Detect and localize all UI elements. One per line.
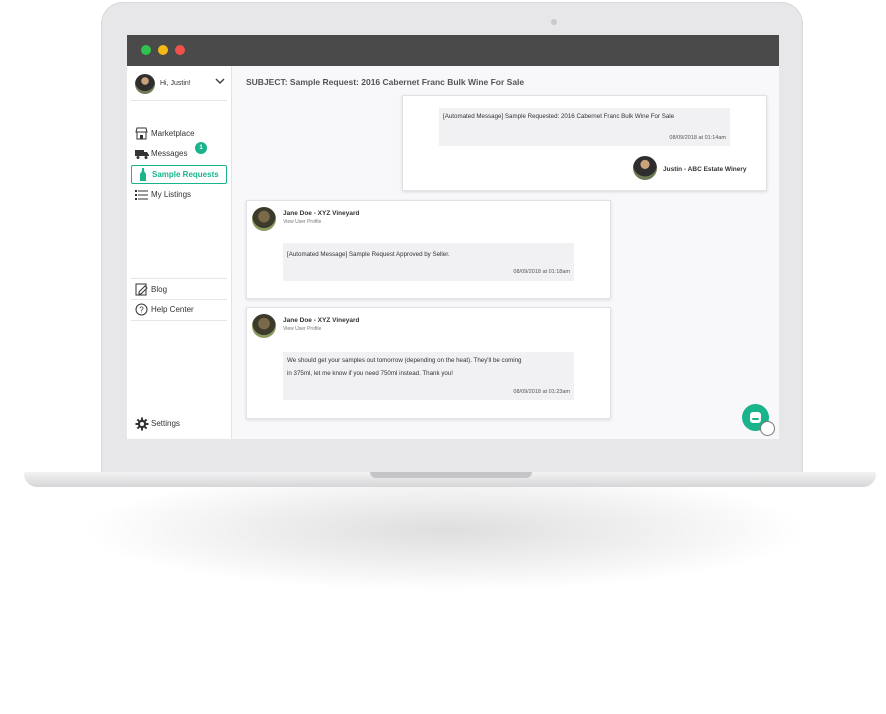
message-bubble: We should get your samples out tomorrow …: [283, 352, 574, 400]
message-thread: SUBJECT: Sample Request: 2016 Cabernet F…: [232, 66, 779, 439]
sidebar-item-label: Blog: [151, 285, 168, 294]
chevron-down-icon[interactable]: [215, 77, 225, 88]
thread-subject: SUBJECT: Sample Request: 2016 Cabernet F…: [246, 77, 525, 87]
sidebar-item-label: Help Center: [151, 305, 194, 314]
camera-dot: [551, 19, 557, 25]
chat-icon-line: [752, 418, 759, 420]
app-window: Hi, Justin! Marketplace Messages 1 Sampl…: [127, 35, 779, 439]
help-icon: ?: [135, 303, 148, 316]
truck-icon: [135, 147, 149, 160]
laptop-notch: [370, 472, 532, 478]
maximize-button[interactable]: [141, 45, 151, 55]
message-timestamp: 08/09/2018 at 01:18am: [513, 269, 570, 275]
sidebar-item-label: Settings: [151, 419, 180, 428]
divider: [131, 278, 227, 279]
avatar: [252, 314, 276, 338]
avatar: [135, 74, 155, 94]
message-card-incoming: Jane Doe - XYZ Vineyard View User Profil…: [246, 200, 611, 299]
message-bubble: [Automated Message] Sample Requested: 20…: [439, 108, 730, 146]
divider: [131, 100, 227, 101]
user-greeting: Hi, Justin!: [160, 80, 191, 87]
wine-bottle-icon: [139, 168, 152, 181]
store-icon: [135, 127, 148, 140]
user-menu[interactable]: Hi, Justin!: [135, 74, 227, 96]
message-timestamp: 08/09/2018 at 01:14am: [669, 135, 726, 141]
minimize-button[interactable]: [158, 45, 168, 55]
sidebar-item-label: My Listings: [151, 190, 192, 199]
sidebar-item-label: Messages: [151, 149, 188, 158]
message-bubble: [Automated Message] Sample Request Appro…: [283, 243, 574, 281]
avatar: [633, 156, 657, 180]
sidebar-item-label: Sample Requests: [152, 170, 219, 179]
svg-text:?: ?: [139, 306, 144, 315]
list-icon: [135, 188, 148, 201]
laptop-shadow: [90, 470, 800, 590]
sidebar-item-label: Marketplace: [151, 129, 195, 138]
gear-icon: [135, 417, 149, 431]
unread-badge: 1: [195, 142, 207, 154]
sender-name: Jane Doe - XYZ Vineyard: [283, 210, 360, 217]
message-card-incoming: Jane Doe - XYZ Vineyard View User Profil…: [246, 307, 611, 419]
sidebar-item-sample-requests[interactable]: Sample Requests: [131, 165, 227, 184]
sender-name: Justin - ABC Estate Winery: [663, 166, 747, 173]
close-button[interactable]: [175, 45, 185, 55]
message-text: [Automated Message] Sample Requested: 20…: [443, 113, 675, 120]
message-timestamp: 08/09/2018 at 01:23am: [513, 389, 570, 395]
message-text: [Automated Message] Sample Request Appro…: [287, 251, 450, 258]
message-card-outgoing: [Automated Message] Sample Requested: 20…: [402, 95, 767, 191]
message-text: We should get your samples out tomorrow …: [287, 357, 522, 364]
divider: [131, 299, 227, 300]
view-user-profile-link[interactable]: View User Profile: [283, 326, 321, 332]
avatar: [252, 207, 276, 231]
divider: [131, 320, 227, 321]
cursor-ring-icon: [760, 421, 775, 436]
edit-icon: [135, 283, 148, 296]
view-user-profile-link[interactable]: View User Profile: [283, 219, 321, 225]
message-text: in 375ml, let me know if you need 750ml …: [287, 370, 454, 377]
sender-name: Jane Doe - XYZ Vineyard: [283, 317, 360, 324]
window-titlebar: [127, 35, 779, 66]
sidebar: Hi, Justin! Marketplace Messages 1 Sampl…: [127, 66, 232, 439]
